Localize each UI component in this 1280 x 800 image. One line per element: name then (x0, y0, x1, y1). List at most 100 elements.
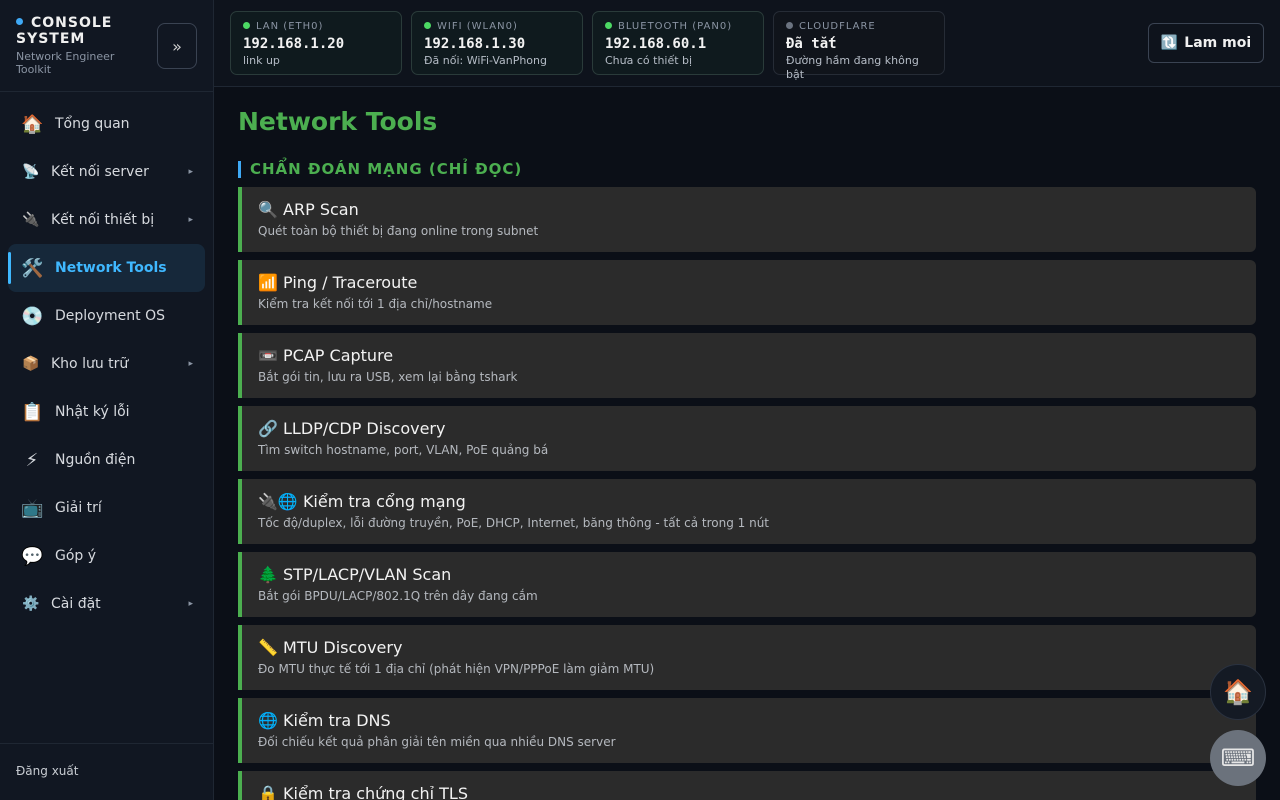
tool-icon: 🔗 (258, 419, 278, 438)
tool-icon: 🌐 (258, 711, 278, 730)
status-bar: LAN (ETH0) 192.168.1.20 link up WIFI (WLAN0… (214, 0, 1280, 87)
tool-card[interactable]: 🌐 Kiểm tra DNS Đối chiếu kết quả phân giả… (238, 698, 1256, 763)
tool-card[interactable]: 📏 MTU Discovery Đo MTU thực tế tới 1 địa … (238, 625, 1256, 690)
sidebar-item-deployment-os[interactable]: 💿 Deployment OS (8, 292, 205, 340)
status-card-label-text: LAN (ETH0) (256, 21, 324, 32)
tv-icon: 📺 (21, 497, 44, 519)
sidebar-nav: 🏠 Tổng quan 📡 Kết nối server ▸ 🔌 Kết nối thiết… (0, 92, 213, 628)
tool-title-text: STP/LACP/VLAN Scan (283, 565, 452, 584)
sidebar-item-label: Nguồn điện (55, 452, 136, 468)
home-icon: 🏠 (1223, 678, 1253, 706)
tool-card[interactable]: 📼 PCAP Capture Bắt gói tin, lưu ra USB, x… (238, 333, 1256, 398)
refresh-button[interactable]: 🔃 Lam moi (1148, 23, 1264, 63)
chevron-right-icon: ▸ (188, 599, 193, 609)
status-card: WIFI (WLAN0) 192.168.1.30 Đã nối: WiFi-Van… (411, 11, 583, 75)
page-title: Network Tools (238, 107, 438, 136)
sidebar-item-network-tools[interactable]: 🛠️ Network Tools (8, 244, 205, 292)
home-icon: 🏠 (21, 113, 44, 135)
sidebar-item-feedback[interactable]: 💬 Góp ý (8, 532, 205, 580)
sidebar-item-label: Tổng quan (55, 116, 130, 132)
refresh-icon: 🔃 (1160, 35, 1179, 51)
status-card-value: 192.168.1.30 (424, 36, 526, 52)
tool-icon: 📶 (258, 273, 278, 292)
sidebar-item-label: Góp ý (55, 548, 97, 564)
sidebar-item-label: Deployment OS (55, 308, 165, 324)
tool-title: 🔌🌐 Kiểm tra cổng mạng (258, 491, 1240, 513)
chevron-right-icon: ▸ (188, 359, 193, 369)
keyboard-icon: ⌨ (1220, 744, 1256, 772)
lightning-icon: ⚡ (25, 449, 39, 471)
tool-icon: 📼 (258, 346, 278, 365)
section-title: CHẨN ĐOÁN MẠNG (CHỈ ĐỌC) (238, 161, 522, 178)
speech-bubble-icon: 💬 (21, 545, 44, 567)
brand-title: CONSOLE SYSTEM (16, 15, 146, 47)
status-card-label: WIFI (WLAN0) (424, 20, 570, 34)
tool-icon: 🔍 (258, 200, 278, 219)
sidebar-collapse-button[interactable]: » (157, 23, 197, 69)
brand: CONSOLE SYSTEM Network Engineer Toolkit … (0, 0, 213, 92)
brand-title-text: CONSOLE SYSTEM (16, 15, 113, 47)
tool-card[interactable]: 🔒 Kiểm tra chứng chỉ TLS (238, 771, 1256, 800)
tool-description: Đối chiếu kết quả phân giải tên miền qua… (258, 735, 616, 749)
sidebar-item-error-log[interactable]: 📋 Nhật ký lỗi (8, 388, 205, 436)
sidebar-item-overview[interactable]: 🏠 Tổng quan (8, 100, 205, 148)
tool-title-text: ARP Scan (283, 200, 359, 219)
tool-title: 🔗 LLDP/CDP Discovery (258, 418, 1240, 440)
status-card-detail: Đã nối: WiFi-VanPhong (424, 54, 547, 67)
status-card-label-text: WIFI (WLAN0) (437, 21, 518, 32)
tool-card[interactable]: 📶 Ping / Traceroute Kiểm tra kết nối tới … (238, 260, 1256, 325)
sidebar-item-device-connect[interactable]: 🔌 Kết nối thiết bị ▸ (8, 196, 205, 244)
sidebar-item-power[interactable]: ⚡ Nguồn điện (8, 436, 205, 484)
tool-description: Kiểm tra kết nối tới 1 địa chỉ/hostname (258, 297, 493, 311)
status-card: LAN (ETH0) 192.168.1.20 link up (230, 11, 402, 75)
sidebar: CONSOLE SYSTEM Network Engineer Toolkit … (0, 0, 214, 800)
tool-title-text: Kiểm tra chứng chỉ TLS (283, 784, 468, 800)
tool-title: 🔍 ARP Scan (258, 199, 1240, 221)
sidebar-item-storage[interactable]: 📦 Kho lưu trữ ▸ (8, 340, 205, 388)
keyboard-fab-button[interactable]: ⌨ (1210, 730, 1266, 786)
tool-card[interactable]: 🔍 ARP Scan Quét toàn bộ thiết bị đang onl… (238, 187, 1256, 252)
tool-description: Tìm switch hostname, port, VLAN, PoE quả… (258, 443, 549, 457)
home-fab-button[interactable]: 🏠 (1210, 664, 1266, 720)
tool-icon: 🔌🌐 (258, 492, 298, 511)
tool-title-text: PCAP Capture (283, 346, 394, 365)
tool-title: 📏 MTU Discovery (258, 637, 1240, 659)
tool-icon: 📏 (258, 638, 278, 657)
status-card: BLUETOOTH (PAN0) 192.168.60.1 Chưa có thiế… (592, 11, 764, 75)
sidebar-item-server-connect[interactable]: 📡 Kết nối server ▸ (8, 148, 205, 196)
tool-card[interactable]: 🔌🌐 Kiểm tra cổng mạng Tốc độ/duplex, lỗi … (238, 479, 1256, 544)
tool-description: Đo MTU thực tế tới 1 địa chỉ (phát hiện … (258, 662, 655, 676)
status-dot-icon (605, 21, 612, 29)
status-card-label-text: BLUETOOTH (PAN0) (618, 21, 733, 32)
tool-title-text: LLDP/CDP Discovery (283, 419, 446, 438)
tool-description: Bắt gói tin, lưu ra USB, xem lại bằng ts… (258, 370, 518, 384)
sidebar-item-label: Kết nối server (51, 164, 149, 180)
status-card-label: CLOUDFLARE (786, 20, 932, 34)
tool-title: 🔒 Kiểm tra chứng chỉ TLS (258, 783, 1240, 800)
tool-description: Tốc độ/duplex, lỗi đường truyền, PoE, DH… (258, 516, 770, 530)
disc-icon: 💿 (21, 305, 44, 327)
app: CONSOLE SYSTEM Network Engineer Toolkit … (0, 0, 1280, 800)
tool-card[interactable]: 🔗 LLDP/CDP Discovery Tìm switch hostname,… (238, 406, 1256, 471)
tool-title-text: Kiểm tra cổng mạng (302, 492, 466, 511)
logout-button[interactable]: Đăng xuất (0, 743, 213, 800)
refresh-label: Lam moi (1184, 35, 1252, 51)
status-card-detail: Đường hầm đang không bật (786, 54, 919, 81)
brand-subtitle: Network Engineer Toolkit (16, 50, 115, 76)
sidebar-item-label: Kho lưu trữ (51, 356, 129, 372)
brand-status-dot (16, 17, 23, 25)
status-card: CLOUDFLARE Đã tắt Đường hầm đang không bật (773, 11, 945, 81)
sidebar-item-settings[interactable]: ⚙️ Cài đặt ▸ (8, 580, 205, 628)
status-card-label: BLUETOOTH (PAN0) (605, 20, 751, 34)
sidebar-item-label: Network Tools (55, 260, 167, 276)
status-card-detail: Chưa có thiết bị (605, 54, 693, 67)
tool-description: Bắt gói BPDU/LACP/802.1Q trên dây đang c… (258, 589, 538, 603)
tool-title: 🌲 STP/LACP/VLAN Scan (258, 564, 1240, 586)
tools-icon: 🛠️ (21, 257, 44, 279)
sidebar-item-entertainment[interactable]: 📺 Giải trí (8, 484, 205, 532)
tool-card[interactable]: 🌲 STP/LACP/VLAN Scan Bắt gói BPDU/LACP/80… (238, 552, 1256, 617)
sidebar-item-label: Kết nối thiết bị (51, 212, 155, 228)
chevron-right-icon: ▸ (188, 215, 193, 225)
gear-icon: ⚙️ (22, 596, 40, 612)
satellite-icon: 📡 (22, 164, 40, 180)
